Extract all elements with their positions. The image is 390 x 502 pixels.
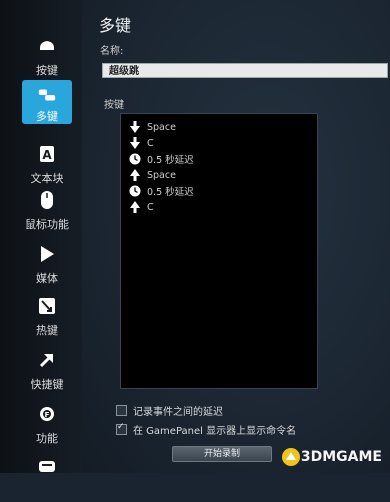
sidebar-item-label: 快捷键 — [30, 378, 64, 391]
svg-text:F: F — [45, 411, 50, 419]
main-panel: 多键 名称: 超级跳 按键 Space C 0.5 秒延迟 Space 0.5 … — [82, 0, 390, 473]
sidebar-item-function[interactable]: F 功能 — [20, 398, 74, 450]
sidebar-item-label: 功能 — [36, 432, 58, 445]
sidebar-item-label: 按键 — [36, 64, 58, 77]
key-event-text: 0.5 秒延迟 — [147, 187, 194, 198]
sidebar-item-label: 鼠标功能 — [25, 218, 69, 231]
list-item[interactable]: C — [129, 200, 154, 214]
arrow-up-icon — [129, 169, 141, 181]
checkbox-label: 在 GamePanel 显示器上显示命令名 — [133, 426, 297, 437]
record-delays-option[interactable]: 记录事件之间的延迟 — [116, 403, 223, 418]
play-icon — [37, 244, 57, 264]
svg-text:A: A — [42, 148, 52, 162]
checkbox-label: 记录事件之间的延迟 — [133, 407, 223, 418]
arrow-down-icon — [129, 121, 141, 133]
page-title: 多键 — [99, 16, 132, 35]
sidebar-item-more[interactable] — [20, 450, 74, 502]
list-item[interactable]: 0.5 秒延迟 — [129, 184, 194, 198]
sidebar-item-text-block[interactable]: A 文本块 — [20, 138, 74, 190]
watermark: 3DMGAME — [281, 447, 382, 467]
sidebar-item-mouse-function[interactable]: 鼠标功能 — [20, 184, 74, 236]
sidebar-item-shortcut[interactable]: 快捷键 — [20, 344, 74, 396]
key-event-text: C — [147, 137, 154, 149]
sidebar: 按键 多键 A 文本块 鼠标功能 媒体 热键 快捷键 F 功能 — [0, 0, 82, 473]
key-event-text: Space — [147, 169, 176, 181]
watermark-text: 3DMGAME — [300, 449, 382, 465]
start-recording-button[interactable]: 开始录制 — [172, 446, 272, 462]
keys-label: 按键 — [104, 100, 124, 111]
bottom-icon — [37, 456, 57, 476]
arrow-up-icon — [129, 201, 141, 213]
list-item[interactable]: Space — [129, 168, 176, 182]
clock-icon — [129, 185, 141, 197]
shortcut-arrow-icon — [37, 350, 57, 370]
multikey-icon — [37, 86, 57, 104]
mouse-icon — [37, 190, 57, 210]
name-label: 名称: — [100, 46, 124, 57]
sidebar-item-label: 多键 — [36, 110, 58, 123]
clock-icon — [129, 153, 141, 165]
key-event-text: Space — [147, 121, 176, 133]
function-icon: F — [37, 404, 57, 424]
hotkey-icon — [37, 296, 57, 316]
show-command-name-option[interactable]: 在 GamePanel 显示器上显示命令名 — [116, 422, 296, 437]
list-item[interactable]: C — [129, 136, 154, 150]
sidebar-item-hotkey[interactable]: 热键 — [20, 290, 74, 342]
sidebar-item-keystroke[interactable]: 按键 — [20, 30, 74, 82]
key-event-text: C — [147, 201, 154, 213]
sidebar-item-multikey[interactable]: 多键 — [22, 80, 72, 124]
list-item[interactable]: 0.5 秒延迟 — [129, 152, 194, 166]
mouse-button-icon — [37, 36, 57, 56]
3dmgame-logo-icon — [281, 448, 300, 466]
key-event-text: 0.5 秒延迟 — [147, 155, 194, 166]
name-field[interactable]: 超级跳 — [102, 63, 388, 78]
show-command-name-checkbox[interactable] — [116, 422, 127, 435]
key-events-list[interactable]: Space C 0.5 秒延迟 Space 0.5 秒延迟 C — [120, 113, 318, 389]
sidebar-item-label: 媒体 — [36, 272, 58, 285]
sidebar-item-media[interactable]: 媒体 — [20, 238, 74, 290]
list-item[interactable]: Space — [129, 120, 176, 134]
text-block-icon: A — [37, 144, 57, 164]
sidebar-item-label: 热键 — [36, 324, 58, 337]
record-delays-checkbox[interactable] — [116, 405, 127, 416]
arrow-down-icon — [129, 137, 141, 149]
